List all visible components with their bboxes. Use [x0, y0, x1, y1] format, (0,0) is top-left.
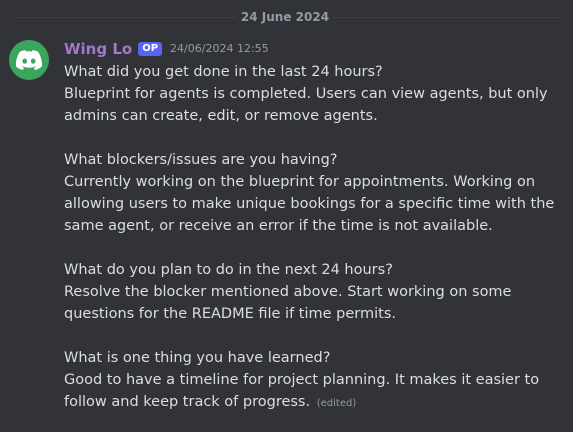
avatar[interactable] [9, 40, 49, 80]
question-text: What is one thing you have learned? [64, 350, 331, 366]
answer-line: Currently working on the blueprint for a… [64, 174, 536, 190]
message-content: What did you get done in the last 24 hou… [64, 61, 564, 413]
author-name[interactable]: Wing Lo [64, 39, 132, 59]
answer-line-last: follow and keep track of progress. (edit… [64, 391, 564, 413]
message-header: Wing Lo OP 24/06/2024 12:55 [64, 39, 269, 59]
date-divider-label: 24 June 2024 [240, 10, 330, 24]
answer-line: Good to have a timeline for project plan… [64, 372, 540, 388]
answer-line: questions for the README file if time pe… [64, 306, 396, 322]
answer-line: admins can create, edit, or remove agent… [64, 108, 378, 124]
divider-line-right [333, 17, 558, 18]
answer-line: Blueprint for agents is completed. Users… [64, 86, 548, 102]
date-divider: 24 June 2024 [0, 10, 573, 24]
divider-line-left [16, 17, 237, 18]
question-text: What did you get done in the last 24 hou… [64, 64, 383, 80]
answer-line: Resolve the blocker mentioned above. Sta… [64, 284, 512, 300]
answer-line: same agent, or receive an error if the t… [64, 218, 493, 234]
edited-indicator: (edited) [316, 398, 357, 409]
question-text: What do you plan to do in the next 24 ho… [64, 262, 393, 278]
op-badge: OP [138, 42, 163, 56]
answer-line-text: follow and keep track of progress. [64, 394, 311, 410]
chat-view: 24 June 2024 Wing Lo OP 24/06/2024 12:55… [0, 0, 573, 432]
discord-logo-icon [16, 50, 42, 70]
message-timestamp[interactable]: 24/06/2024 12:55 [170, 39, 269, 59]
answer-line: allowing users to make unique bookings f… [64, 196, 555, 212]
question-text: What blockers/issues are you having? [64, 152, 338, 168]
